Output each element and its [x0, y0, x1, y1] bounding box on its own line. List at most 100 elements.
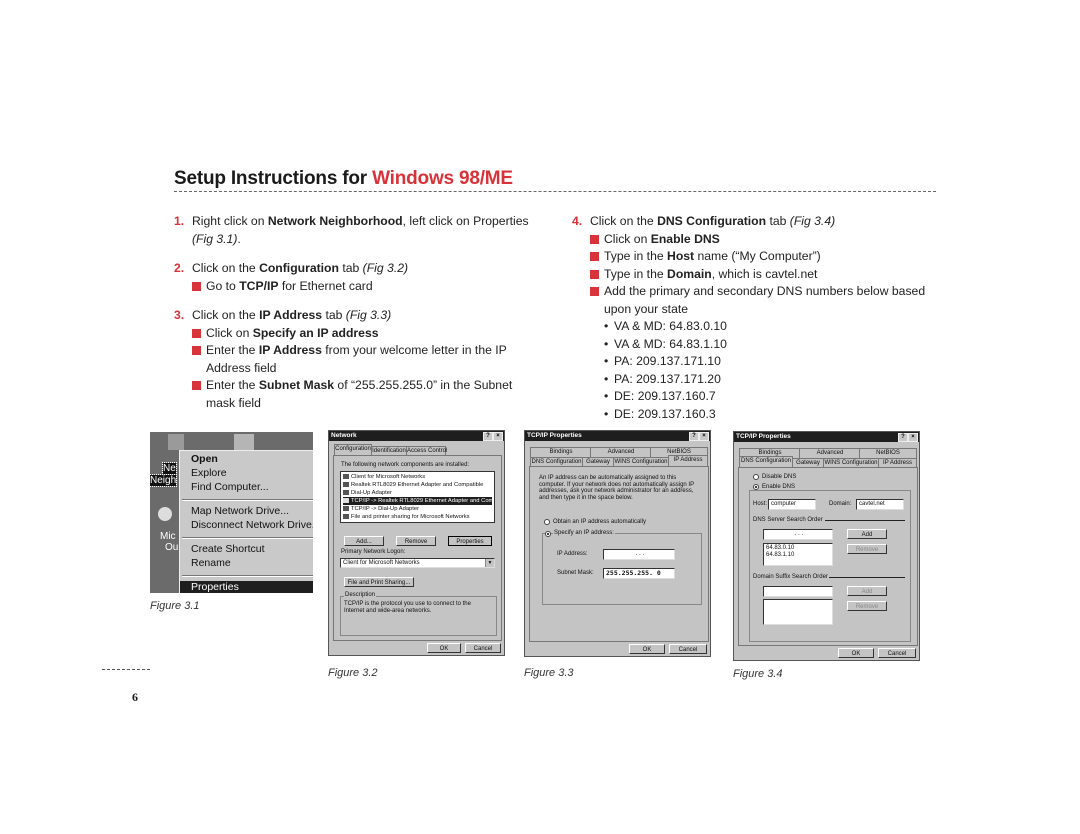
- fig-ref: (Fig 3.1): [192, 231, 238, 246]
- radio-specify-ip-label[interactable]: Specify an IP address:: [553, 530, 615, 536]
- bullet-bold: Subnet Mask: [258, 378, 335, 392]
- dns-add-button[interactable]: Add: [847, 529, 887, 539]
- figure-caption: Figure 3.3: [524, 667, 574, 679]
- components-list[interactable]: Client for Microsoft Networks Realtek RT…: [340, 471, 495, 523]
- dns-server-input[interactable]: . . .: [763, 529, 833, 540]
- properties-button[interactable]: Properties: [448, 536, 492, 546]
- menu-item-map-network-drive[interactable]: Map Network Drive...: [191, 505, 289, 517]
- tcpip-ip-address-dialog: TCP/IP Properties ? × Bindings Advanced …: [524, 430, 711, 657]
- ip-address-field[interactable]: . . .: [603, 549, 675, 560]
- list-item[interactable]: Dial-Up Adapter: [343, 489, 492, 497]
- tab-panel: An IP address can be automatically assig…: [529, 466, 709, 642]
- instructions-left: 1. Right click on Network Neighborhood, …: [174, 213, 534, 412]
- menu-item-properties[interactable]: Properties: [180, 581, 313, 593]
- bullet-item: Go to TCP/IP for Ethernet card: [192, 278, 534, 296]
- ok-button[interactable]: OK: [838, 648, 874, 658]
- desktop-label: Ou: [165, 542, 179, 553]
- step-number: 3.: [174, 308, 185, 322]
- radio-obtain-auto-label[interactable]: Obtain an IP address automatically: [553, 519, 646, 525]
- dns-server-entry[interactable]: 64.83.1.10: [766, 552, 832, 559]
- menu-item-create-shortcut[interactable]: Create Shortcut: [191, 543, 265, 555]
- host-field[interactable]: computer: [768, 499, 816, 510]
- radio-obtain-auto[interactable]: [544, 519, 550, 525]
- logon-select[interactable]: Client for Microsoft Networks ▼: [340, 558, 495, 568]
- bullet-bold: TCP/IP: [239, 278, 279, 293]
- domain-suffix-input[interactable]: [763, 586, 833, 597]
- menu-item-disconnect-network-drive[interactable]: Disconnect Network Drive...: [191, 519, 313, 531]
- tab-netbios[interactable]: NetBIOS: [859, 448, 917, 458]
- bullet-item: Enter the IP Address from your welcome l…: [192, 342, 534, 377]
- radio-disable-dns-label[interactable]: Disable DNS: [762, 474, 796, 480]
- list-item-selected[interactable]: TCP/IP -> Realtek RTL8029 Ethernet Adapt…: [343, 497, 492, 505]
- protocol-icon: [343, 497, 349, 503]
- menu-separator: [182, 499, 313, 501]
- bullet-text: Go to: [206, 278, 240, 293]
- bullet-text: Type in the: [604, 249, 668, 263]
- help-icon[interactable]: ?: [898, 433, 908, 442]
- radio-specify-ip[interactable]: [545, 531, 551, 537]
- bullet-item: Enter the Subnet Mask of “255.255.255.0”…: [192, 377, 534, 412]
- help-icon[interactable]: ?: [483, 432, 493, 441]
- list-item[interactable]: Client for Microsoft Networks: [343, 473, 492, 481]
- bullet-item: Type in the Domain, which is cavtel.net: [590, 266, 932, 284]
- add-button[interactable]: Add...: [344, 536, 384, 546]
- bullet-text: Enter the: [206, 378, 259, 392]
- bullet-bold: Domain: [667, 266, 712, 281]
- dns-server-list[interactable]: 64.83.0.10 64.83.1.10: [763, 543, 833, 566]
- step-number: 2.: [174, 261, 185, 275]
- list-item-text: Client for Microsoft Networks: [351, 474, 426, 480]
- list-item[interactable]: File and printer sharing for Microsoft N…: [343, 513, 492, 521]
- menu-item-find-computer[interactable]: Find Computer...: [191, 481, 269, 493]
- help-icon[interactable]: ?: [689, 432, 699, 441]
- tab-advanced[interactable]: Advanced: [590, 447, 652, 457]
- suffix-remove-button[interactable]: Remove: [847, 601, 887, 611]
- description-label: Description: [344, 592, 377, 598]
- tab-configuration[interactable]: Configuration: [334, 444, 372, 455]
- step-text: tab: [322, 308, 346, 322]
- dns-entry: PA: 209.137.171.20: [604, 371, 932, 389]
- close-icon[interactable]: ×: [908, 433, 918, 442]
- list-item[interactable]: TCP/IP -> Dial-Up Adapter: [343, 505, 492, 513]
- dns-entry: DE: 209.137.160.3: [604, 406, 932, 424]
- ip-address-label: IP Address:: [557, 551, 588, 557]
- host-label: Host:: [753, 501, 768, 507]
- cancel-button[interactable]: Cancel: [669, 644, 707, 654]
- list-item-text: TCP/IP -> Dial-Up Adapter: [351, 506, 420, 512]
- menu-separator: [182, 537, 313, 539]
- title-prefix: Setup Instructions for: [174, 168, 373, 189]
- domain-suffix-order-label: Domain Suffix Search Order: [753, 574, 828, 580]
- chevron-down-icon[interactable]: ▼: [485, 559, 494, 567]
- description-group: Description TCP/IP is the protocol you u…: [340, 592, 497, 636]
- remove-button[interactable]: Remove: [396, 536, 436, 546]
- close-icon[interactable]: ×: [699, 432, 709, 441]
- bullet-bold: IP Address: [258, 343, 322, 357]
- menu-item-explore[interactable]: Explore: [191, 467, 227, 479]
- bullet-text: Type in the: [604, 266, 668, 281]
- ok-button[interactable]: OK: [427, 643, 461, 653]
- menu-item-rename[interactable]: Rename: [191, 557, 231, 569]
- file-print-sharing-button[interactable]: File and Print Sharing...: [344, 577, 414, 587]
- step-text: Right click on: [192, 214, 268, 228]
- domain-suffix-list[interactable]: [763, 599, 833, 625]
- fig-ref: (Fig 3.3): [345, 308, 392, 322]
- figure-3-1-screenshot: Ne Neigh Mic Ou Open Explore Find Comput…: [150, 432, 313, 593]
- step-3: 3. Click on the IP Address tab (Fig 3.3)…: [174, 307, 534, 412]
- square-bullet-icon: [590, 252, 599, 261]
- domain-field[interactable]: cavtel.net: [856, 499, 904, 510]
- desktop-label: Neigh: [150, 474, 178, 487]
- list-item[interactable]: Realtek RTL8029 Ethernet Adapter and Com…: [343, 481, 492, 489]
- desktop-label: Ne: [162, 462, 177, 475]
- subnet-mask-field[interactable]: 255.255.255. 0: [603, 568, 675, 579]
- tab-bindings[interactable]: Bindings: [530, 447, 592, 457]
- cancel-button[interactable]: Cancel: [465, 643, 501, 653]
- title-accent: Windows 98/ME: [372, 168, 513, 189]
- dns-remove-button[interactable]: Remove: [847, 544, 887, 554]
- client-icon: [343, 473, 349, 479]
- radio-disable-dns[interactable]: [753, 474, 759, 480]
- menu-item-open[interactable]: Open: [191, 453, 218, 465]
- close-icon[interactable]: ×: [493, 432, 503, 441]
- ok-button[interactable]: OK: [629, 644, 665, 654]
- suffix-add-button[interactable]: Add: [847, 586, 887, 596]
- cancel-button[interactable]: Cancel: [878, 648, 916, 658]
- tab-advanced[interactable]: Advanced: [799, 448, 861, 458]
